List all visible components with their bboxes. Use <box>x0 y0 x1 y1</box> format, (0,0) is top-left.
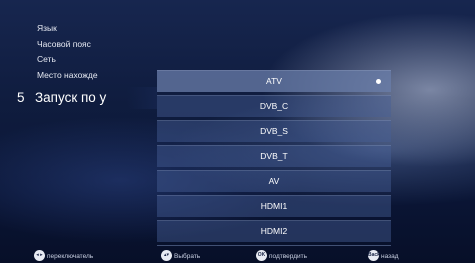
source-item-hdmi1[interactable]: HDMI1 <box>157 195 391 217</box>
hint-select: ▴▾ Выбрать <box>161 250 200 263</box>
source-label: HDMI2 <box>260 226 288 236</box>
menu-item-timezone[interactable]: Часовой пояс <box>37 37 157 53</box>
source-item-dvb-t[interactable]: DVB_T <box>157 145 391 167</box>
hint-confirm-label: подтвердить <box>269 253 308 260</box>
startup-label: Запуск по у <box>35 90 107 105</box>
source-label: DVB_C <box>259 101 289 111</box>
source-item-av[interactable]: AV <box>157 170 391 192</box>
source-item-partial <box>157 245 391 246</box>
hint-confirm: OK подтвердить <box>256 250 307 263</box>
hint-back: Backназад <box>368 250 399 263</box>
menu-item-location[interactable]: Место нахожде <box>37 68 157 84</box>
source-label: AV <box>268 176 280 186</box>
menu-item-network[interactable]: Сеть <box>37 52 157 68</box>
up-down-arrows-icon: ▴▾ <box>161 250 172 261</box>
source-item-atv[interactable]: ATV <box>157 70 391 92</box>
back-button-icon: Back <box>368 250 380 261</box>
hint-switch: ◂ ▸ переключатель <box>34 250 93 263</box>
hint-bar: ◂ ▸ переключатель ▴▾ Выбрать OK подтвердить… <box>0 250 475 263</box>
menu-item-language[interactable]: Язык <box>37 21 157 37</box>
source-item-dvb-s[interactable]: DVB_S <box>157 120 391 142</box>
step-number: 5 <box>17 90 25 105</box>
source-label: ATV <box>266 76 282 86</box>
source-label: DVB_T <box>260 151 288 161</box>
hint-back-label: назад <box>381 253 399 260</box>
source-item-hdmi2[interactable]: HDMI2 <box>157 220 391 242</box>
text-fade <box>127 87 157 109</box>
source-item-dvb-c[interactable]: DVB_C <box>157 95 391 117</box>
selected-dot-icon <box>376 79 381 84</box>
source-label: HDMI1 <box>260 201 288 211</box>
source-label: DVB_S <box>260 126 288 136</box>
left-right-arrows-icon: ◂ ▸ <box>34 250 45 261</box>
ok-button-icon: OK <box>256 250 267 261</box>
hint-select-label: Выбрать <box>174 253 201 260</box>
input-source-list: ATV DVB_C DVB_S DVB_T AV HDMI1 HDMI2 <box>157 70 391 246</box>
menu-item-startup[interactable]: 5 Запуск по у <box>17 87 157 109</box>
settings-menu: Язык Часовой пояс Сеть Место нахожде <box>37 21 157 83</box>
hint-switch-label: переключатель <box>47 253 94 260</box>
